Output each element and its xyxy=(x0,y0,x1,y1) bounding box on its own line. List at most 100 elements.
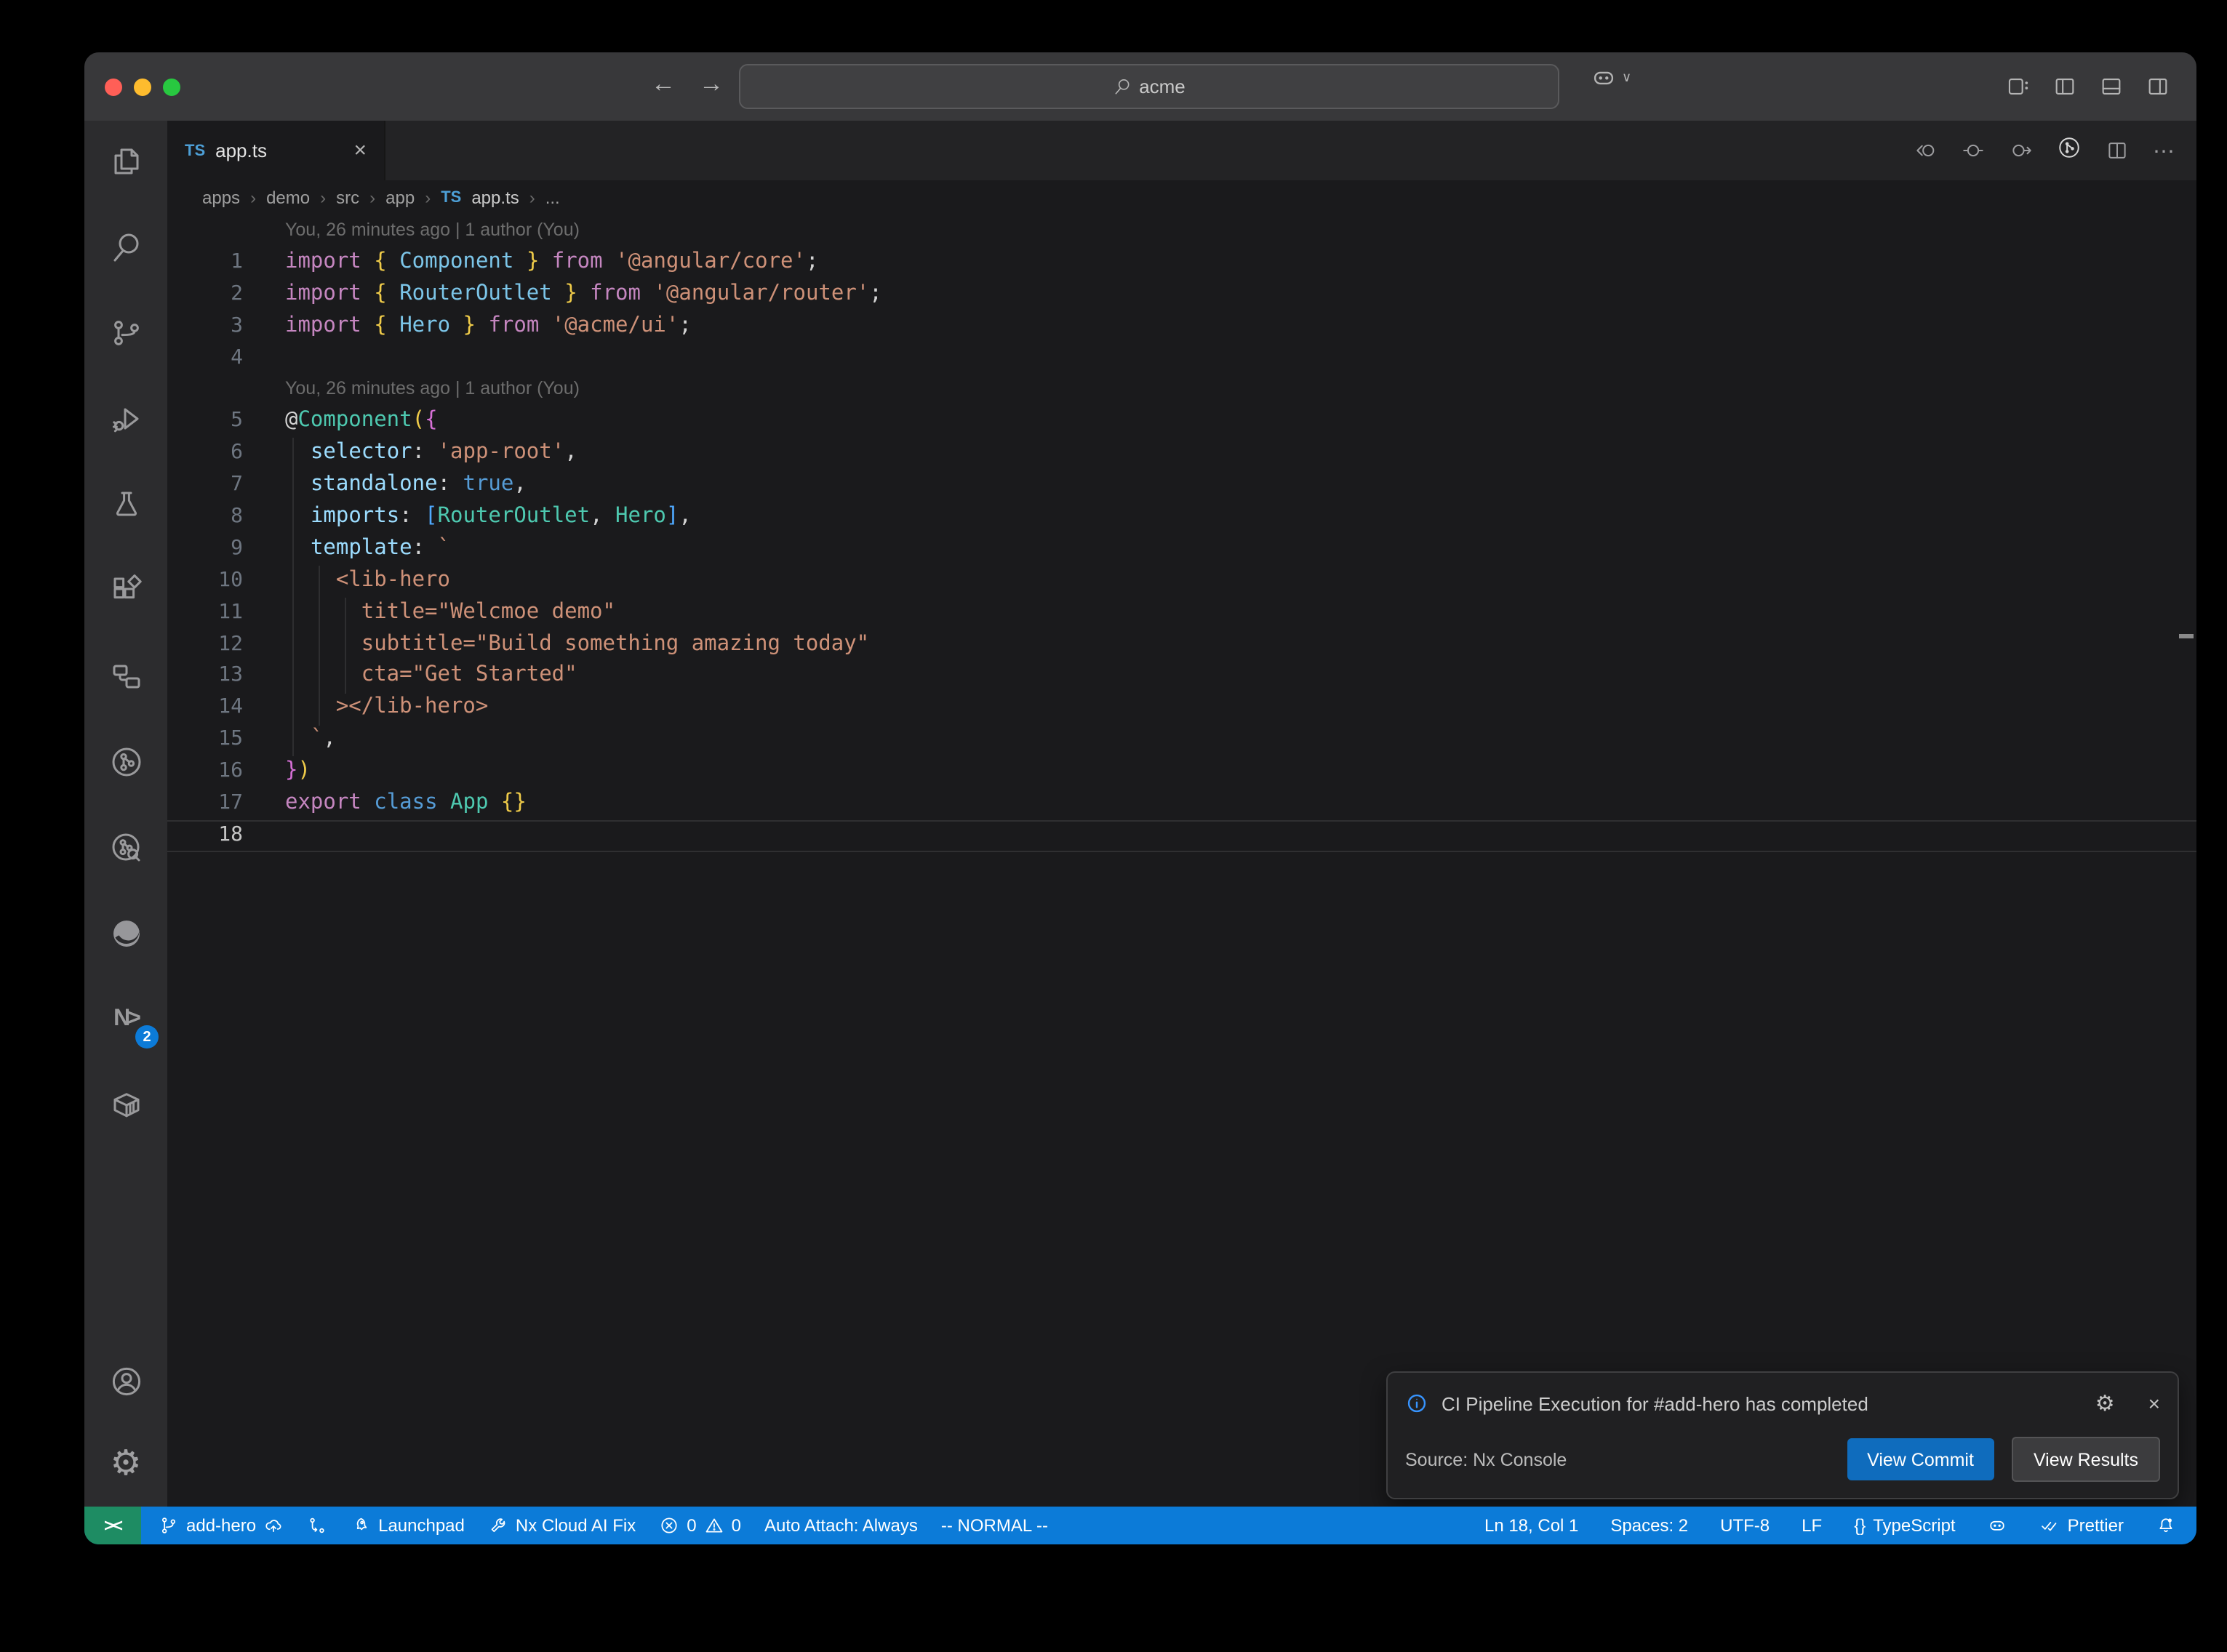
nx-console-icon: N> xyxy=(113,1006,138,1032)
close-icon[interactable]: × xyxy=(2148,1392,2160,1415)
toggle-primary-sidebar-icon[interactable] xyxy=(2052,74,2077,99)
zoom-window-button[interactable] xyxy=(163,79,180,96)
blame-annotation: You, 26 minutes ago | 1 author (You) xyxy=(167,215,2196,247)
nx-project-graph-icon[interactable] xyxy=(2057,135,2082,159)
encoding-item[interactable]: UTF-8 xyxy=(1720,1515,1770,1536)
activity-item-edge-tools[interactable] xyxy=(84,902,167,966)
activity-item-testing[interactable] xyxy=(84,473,167,537)
activity-item-run-and-debug[interactable] xyxy=(84,387,167,451)
toggle-panel-icon[interactable] xyxy=(2099,74,2124,99)
launchpad-label: Launchpad xyxy=(378,1515,465,1536)
nx-console-badge: 2 xyxy=(135,1025,159,1048)
code-line: 11 title="Welcmoe demo" xyxy=(167,597,2196,629)
code-line: 2import { RouterOutlet } from '@angular/… xyxy=(167,279,2196,311)
nx-cloud-ai-fix-item[interactable]: Nx Cloud AI Fix xyxy=(488,1515,636,1536)
bell-icon xyxy=(2156,1515,2176,1536)
breadcrumb-item[interactable]: src xyxy=(336,188,359,208)
activity-item-nx-console[interactable]: N>2 xyxy=(84,987,167,1051)
line-number: 5 xyxy=(167,406,243,438)
run-below-icon[interactable] xyxy=(1913,138,1938,163)
activity-item-explorer[interactable] xyxy=(84,129,167,193)
wrench-icon xyxy=(488,1515,508,1536)
graph-search-icon xyxy=(108,830,143,865)
language-item[interactable]: {} TypeScript xyxy=(1854,1515,1955,1536)
code-line: 16}) xyxy=(167,756,2196,788)
account-icon xyxy=(108,1364,143,1399)
activity-item-account[interactable] xyxy=(84,1350,167,1414)
customize-layout-icon[interactable] xyxy=(2006,74,2031,99)
breadcrumb-item[interactable]: ... xyxy=(545,188,560,208)
copilot-menu[interactable]: ∨ xyxy=(1590,64,1631,92)
chevron-right-icon: › xyxy=(369,188,375,208)
breadcrumb-item[interactable]: app xyxy=(385,188,415,208)
warning-count: 0 xyxy=(732,1515,741,1536)
remote-indicator[interactable]: >< xyxy=(84,1507,141,1544)
tab-app-ts[interactable]: TS app.ts × xyxy=(167,121,385,180)
more-actions-icon[interactable]: ⋯ xyxy=(2153,137,2176,164)
line-number: 3 xyxy=(167,310,243,342)
back-icon[interactable]: ← xyxy=(646,70,681,99)
notification-settings-icon[interactable]: ⚙ xyxy=(2095,1390,2115,1416)
overview-ruler-mark xyxy=(2179,634,2194,638)
activity-item-source-control[interactable] xyxy=(84,301,167,365)
copilot-icon xyxy=(1988,1515,2008,1536)
command-center-search[interactable]: acme xyxy=(739,64,1559,109)
line-number: 6 xyxy=(167,438,243,470)
error-count: 0 xyxy=(687,1515,696,1536)
branch-name: add-hero xyxy=(186,1515,256,1536)
blame-annotation: You, 26 minutes ago | 1 author (You) xyxy=(167,374,2196,406)
branch-item[interactable]: add-hero xyxy=(159,1515,284,1536)
typescript-file-icon: TS xyxy=(185,142,205,159)
indent-guide xyxy=(292,438,294,756)
breadcrumb-item[interactable]: demo xyxy=(266,188,310,208)
run-to-icon[interactable] xyxy=(2009,138,2034,163)
split-editor-icon[interactable] xyxy=(2105,138,2130,163)
cursor-position-item[interactable]: Ln 18, Col 1 xyxy=(1484,1515,1578,1536)
forward-icon[interactable]: → xyxy=(694,70,729,99)
breadcrumb-item[interactable]: apps xyxy=(202,188,240,208)
minimize-window-button[interactable] xyxy=(134,79,151,96)
code-line: 14 ></lib-hero> xyxy=(167,693,2196,725)
search-icon xyxy=(108,230,143,265)
breadcrumb-item[interactable]: app.ts xyxy=(471,188,519,208)
code-line: 8 imports: [RouterOutlet, Hero], xyxy=(167,502,2196,534)
vim-mode-item: -- NORMAL -- xyxy=(941,1515,1048,1536)
view-commit-button[interactable]: View Commit xyxy=(1847,1438,1994,1480)
code-line: 13 cta="Get Started" xyxy=(167,661,2196,693)
view-results-button[interactable]: View Results xyxy=(2012,1437,2160,1482)
activity-item-nx-graph-search[interactable] xyxy=(84,816,167,880)
auto-attach-item[interactable]: Auto Attach: Always xyxy=(764,1515,918,1536)
launchpad-item[interactable]: Launchpad xyxy=(351,1515,465,1536)
compare-changes-item[interactable] xyxy=(307,1515,327,1536)
activity-item-extensions[interactable] xyxy=(84,558,167,622)
problems-item[interactable]: 0 0 xyxy=(659,1515,741,1536)
notification-title: CI Pipeline Execution for #add-hero has … xyxy=(1442,1392,1868,1414)
line-number: 12 xyxy=(167,629,243,661)
run-through-icon[interactable] xyxy=(1961,138,1986,163)
indentation-item[interactable]: Spaces: 2 xyxy=(1610,1515,1688,1536)
screen: ← → acme ∨ N>2 ⚙ TS app.ts xyxy=(0,0,2227,1652)
code-line: 6 selector: 'app-root', xyxy=(167,438,2196,470)
activity-bar: N>2 ⚙ xyxy=(84,121,167,1507)
braces-icon: {} xyxy=(1854,1515,1866,1536)
activity-item-search[interactable] xyxy=(84,215,167,279)
code-line: 15 `, xyxy=(167,725,2196,757)
copilot-status-item[interactable] xyxy=(1988,1515,2008,1536)
line-number: 1 xyxy=(167,247,243,279)
toggle-secondary-sidebar-icon[interactable] xyxy=(2146,74,2170,99)
eol-item[interactable]: LF xyxy=(1802,1515,1822,1536)
activity-item-nx-project-graph[interactable] xyxy=(84,730,167,794)
editor[interactable]: You, 26 minutes ago | 1 author (You)1imp… xyxy=(167,215,2196,1507)
line-number: 13 xyxy=(167,661,243,693)
activity-item-settings[interactable]: ⚙ xyxy=(84,1431,167,1495)
prettier-item[interactable]: Prettier xyxy=(2040,1515,2124,1536)
warning-icon xyxy=(704,1515,724,1536)
activity-item-containers[interactable] xyxy=(84,1073,167,1137)
activity-item-remote-flow[interactable] xyxy=(84,644,167,708)
line-number: 17 xyxy=(167,788,243,820)
close-tab-icon[interactable]: × xyxy=(353,138,367,163)
notifications-bell-item[interactable] xyxy=(2156,1515,2176,1536)
close-window-button[interactable] xyxy=(105,79,122,96)
line-number xyxy=(167,215,243,247)
box-icon xyxy=(108,1088,143,1123)
